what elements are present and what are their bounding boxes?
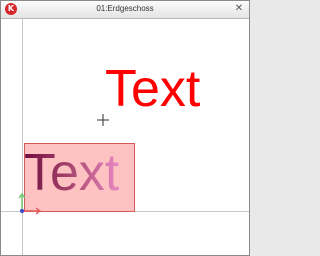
window-title: 01:Erdgeschoss bbox=[96, 4, 154, 13]
origin-axes-icon bbox=[18, 192, 42, 215]
drawing-canvas[interactable]: Text Text bbox=[1, 19, 249, 255]
red-text-object[interactable]: Text bbox=[105, 61, 200, 117]
crosshair-icon bbox=[97, 114, 109, 126]
title-bar[interactable]: K 01:Erdgeschoss ✕ bbox=[1, 1, 249, 19]
drawing-window: K 01:Erdgeschoss ✕ Text Text bbox=[0, 0, 250, 256]
close-button[interactable]: ✕ bbox=[233, 3, 245, 15]
vertical-guide-line bbox=[22, 19, 23, 255]
